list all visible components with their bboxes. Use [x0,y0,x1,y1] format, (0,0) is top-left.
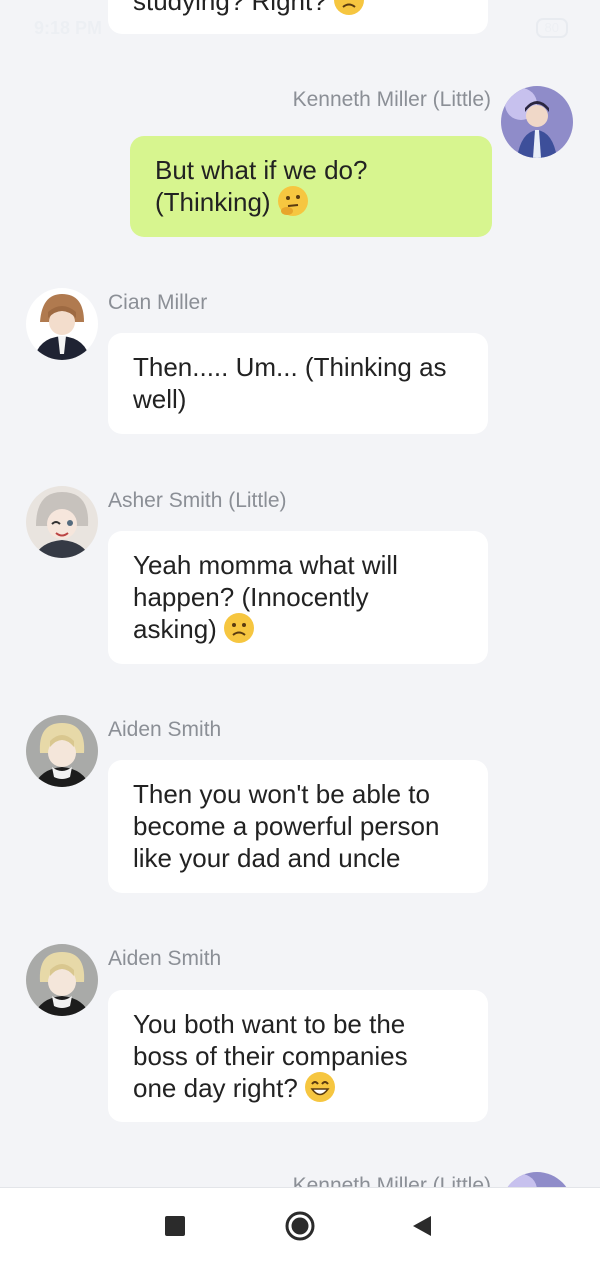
message-text: boss of their companies [133,1041,408,1071]
message-text: You both want to be the [133,1009,406,1039]
message-bubble[interactable]: You both want to be the boss of their co… [108,990,488,1122]
message-text: (Thinking) [155,187,271,217]
avatar[interactable] [26,288,98,360]
message-text: well) [133,384,187,414]
battery-icon: 80 [535,18,568,38]
avatar[interactable] [26,486,98,558]
message-text: like your dad and uncle [133,843,401,873]
thinking-face-icon [277,186,308,216]
message-text: Then you won't be able to [133,779,430,809]
triangle-back-icon [411,1214,433,1243]
message-bubble[interactable]: Yeah momma what will happen? (Innocently… [108,531,488,664]
avatar[interactable] [26,715,98,787]
worried-face-icon [333,0,364,15]
status-icons: 80 [526,18,568,38]
grinning-face-icon [305,1072,336,1102]
message-text: become a powerful person [133,811,440,841]
sender-name: Aiden Smith [108,718,222,741]
message-text: Then..... Um... (Thinking as [133,352,447,382]
home-button[interactable] [260,1188,340,1268]
message-text: studying? Right? [133,0,327,16]
message-text: But what if we do? [155,155,368,185]
sender-name: Kenneth Miller (Little) [292,88,491,111]
message-text: Yeah momma what will [133,550,398,580]
message-bubble[interactable]: Then..... Um... (Thinking as well) [108,333,488,434]
slightly-frowning-face-icon [224,613,255,643]
circle-icon [284,1210,316,1247]
message-bubble[interactable]: studying? Right? [108,0,488,34]
status-time: 9:18 PM [34,18,103,38]
sender-name: Asher Smith (Little) [108,489,287,512]
message-text: happen? (Innocently [133,582,369,612]
navigation-bar [0,1187,600,1268]
avatar[interactable] [26,944,98,1016]
avatar[interactable] [501,86,573,158]
message-text: asking) [133,614,217,644]
square-icon [164,1215,186,1242]
message-bubble[interactable]: But what if we do? (Thinking) [130,136,492,237]
message-text: one day right? [133,1073,298,1103]
back-button[interactable] [382,1188,462,1268]
message-bubble[interactable]: Then you won't be able to become a power… [108,760,488,893]
sender-name: Cian Miller [108,291,208,314]
sender-name: Aiden Smith [108,947,222,970]
recent-apps-button[interactable] [135,1188,215,1268]
